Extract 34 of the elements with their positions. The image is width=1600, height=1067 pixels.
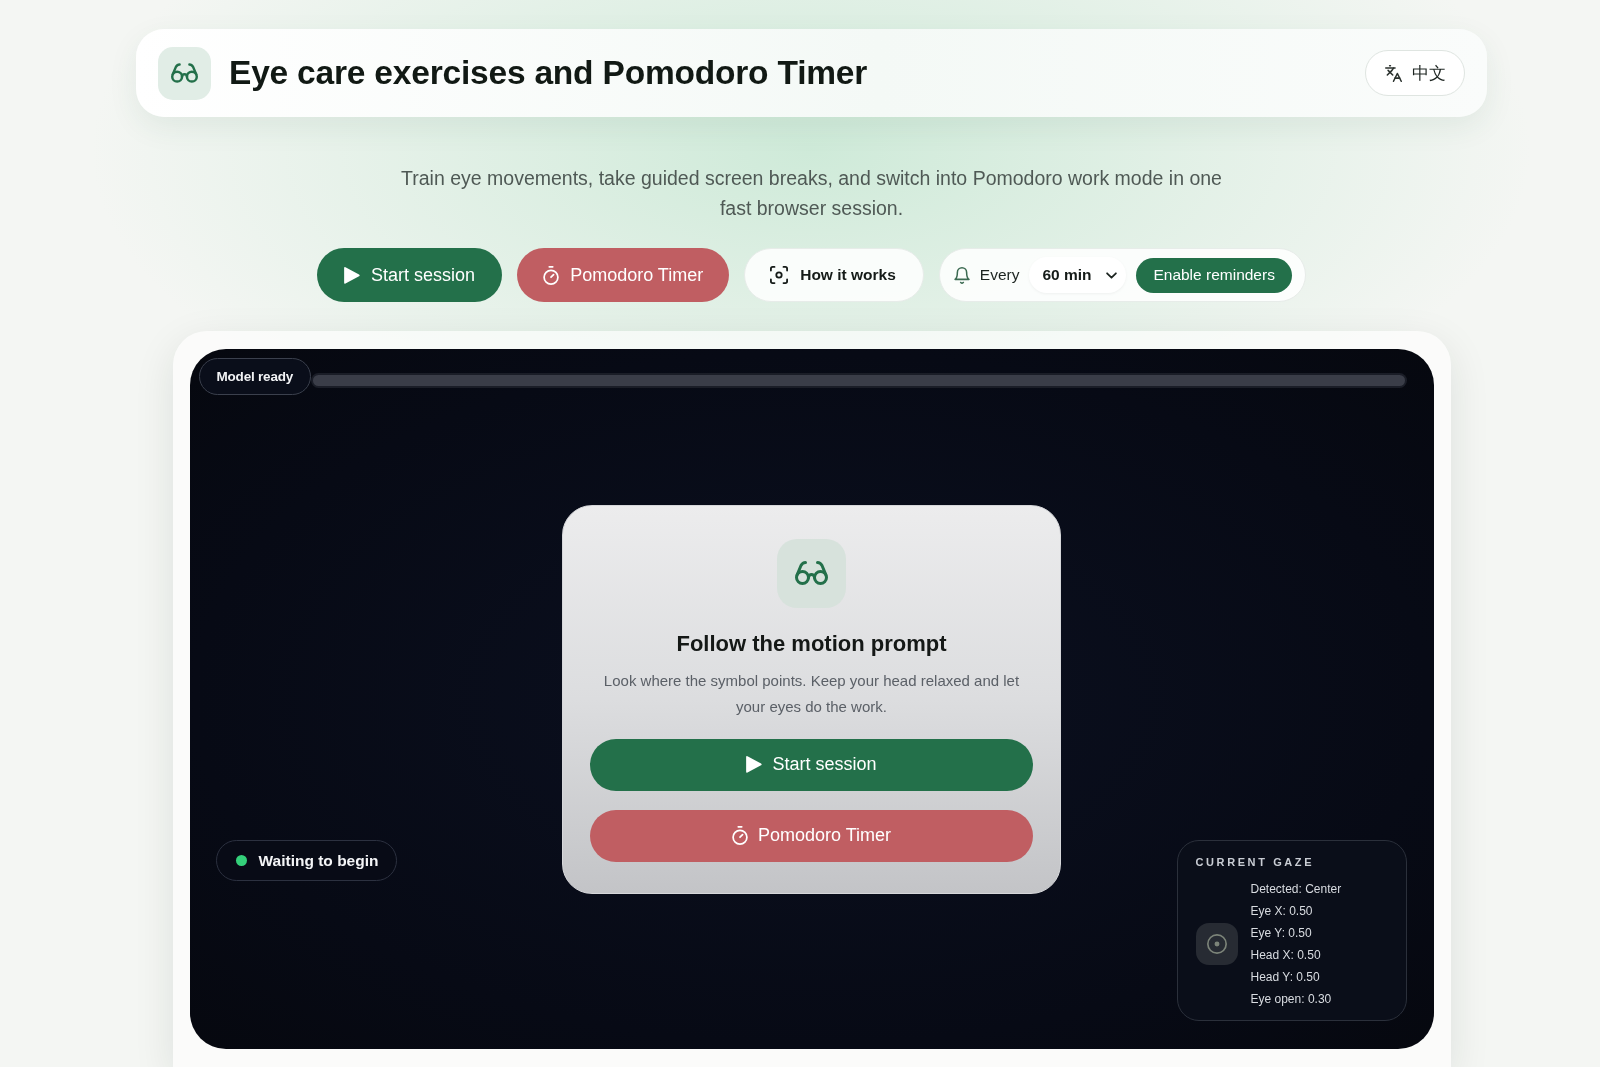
timer-icon [543,265,560,285]
focus-icon [770,266,789,284]
interval-select[interactable]: 60 min [1029,257,1127,293]
timer-icon [731,826,748,845]
status-dot-icon [235,855,247,866]
gaze-reading: Head X: 0.50 [1250,947,1322,964]
gaze-reading: Eye open: 0.30 [1250,991,1333,1008]
play-icon [746,756,763,773]
glasses-icon [158,46,211,100]
start-session-button[interactable]: Start session [590,738,1033,791]
translate-icon [1384,64,1402,82]
page-title: Eye care exercises and Pomodoro Timer [229,54,869,92]
play-icon [344,266,361,284]
pomodoro-timer-button[interactable]: Pomodoro Timer [590,809,1033,862]
start-session-button[interactable]: Start session [317,248,503,302]
how-it-works-button[interactable]: How it works [744,248,924,302]
chevron-down-icon [1106,271,1118,279]
prompt-title: Follow the motion prompt [676,629,947,658]
gaze-reading: Eye X: 0.50 [1250,903,1314,920]
model-status: Model ready [198,358,312,395]
intro-text: Train eye movements, take guided screen breaks, and switch into Pomodoro work mode in one fast browser session. [400,166,1223,221]
pomodoro-timer-button[interactable]: Pomodoro Timer [517,248,730,302]
gaze-reading: Head Y: 0.50 [1250,969,1321,986]
gaze-reading: Eye Y: 0.50 [1250,925,1313,942]
gaze-reading: Detected: Center [1250,881,1342,898]
language-button[interactable]: 中文 [1365,50,1465,96]
gaze-panel-title: CURRENT GAZE [1195,855,1315,869]
target-icon [1195,923,1238,965]
enable-reminders-button[interactable]: Enable reminders [1136,257,1292,293]
reminder-label: Every [979,266,1020,284]
glasses-icon [777,538,846,608]
bell-icon [953,266,970,284]
prompt-text: Look where the symbol points. Keep your head relaxed and let your eyes do the work. [602,670,1021,717]
session-status-text: Waiting to begin [258,851,379,870]
